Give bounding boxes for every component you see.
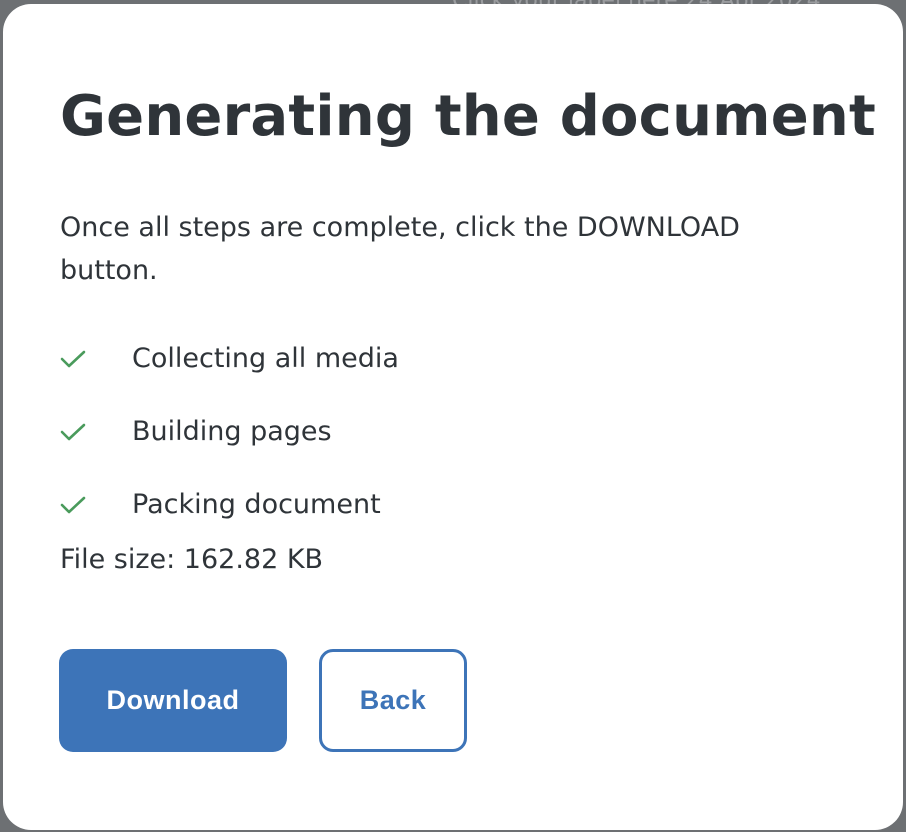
generate-document-dialog: Generating the document Once all steps a… [3,4,903,830]
step-label: Packing document [132,489,381,520]
check-icon [60,349,132,369]
dialog-title: Generating the document [60,84,876,149]
back-button[interactable]: Back [319,649,467,752]
check-icon [60,495,132,515]
step-label: Collecting all media [132,343,399,374]
check-icon [60,422,132,442]
file-size: File size: 162.82 KB [60,544,324,575]
download-button[interactable]: Download [59,649,287,752]
dialog-description: Once all steps are complete, click the D… [60,212,740,286]
step-item: Packing document [60,468,399,541]
step-item: Building pages [60,395,399,468]
step-label: Building pages [132,416,332,447]
steps-list: Collecting all media Building pages Pack… [60,322,399,541]
step-item: Collecting all media [60,322,399,395]
